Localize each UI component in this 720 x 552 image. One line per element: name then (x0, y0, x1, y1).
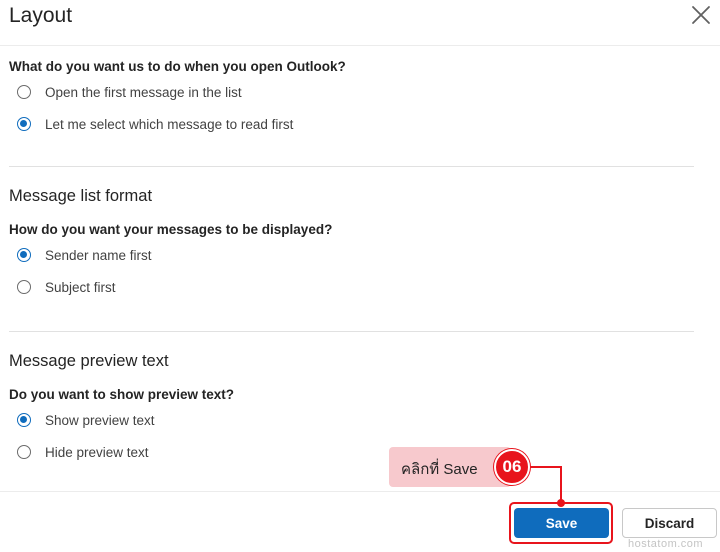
callout-text: คลิกที่ Save (401, 461, 478, 478)
annotation-connector-vertical (560, 466, 562, 502)
radio-label: Hide preview text (45, 444, 149, 460)
radio-label: Sender name first (45, 247, 152, 263)
preview-question: Do you want to show preview text? (9, 387, 235, 402)
radio-label: Open the first message in the list (45, 84, 242, 100)
close-icon (692, 6, 710, 24)
discard-button[interactable]: Discard (622, 508, 717, 538)
section-divider (9, 331, 694, 332)
annotation-connector-horizontal (530, 466, 562, 468)
radio-show-preview[interactable]: Show preview text (17, 410, 155, 430)
radio-circle[interactable] (17, 280, 31, 294)
footer-divider (0, 491, 720, 492)
preview-heading: Message preview text (9, 352, 169, 370)
message-list-heading: Message list format (9, 187, 153, 205)
close-button[interactable] (688, 2, 714, 28)
radio-open-first-message[interactable]: Open the first message in the list (17, 82, 242, 102)
radio-circle[interactable] (17, 85, 31, 99)
radio-circle[interactable] (17, 445, 31, 459)
message-list-question: How do you want your messages to be disp… (9, 222, 333, 237)
dialog-title: Layout (9, 4, 73, 27)
step-badge: 06 (494, 449, 530, 485)
radio-subject-first[interactable]: Subject first (17, 277, 116, 297)
radio-sender-name-first[interactable]: Sender name first (17, 245, 152, 265)
open-outlook-question: What do you want us to do when you open … (9, 59, 346, 74)
radio-circle-selected[interactable] (17, 413, 31, 427)
radio-circle-selected[interactable] (17, 248, 31, 262)
radio-label: Subject first (45, 279, 116, 295)
save-button[interactable]: Save (514, 508, 609, 538)
radio-circle-selected[interactable] (17, 117, 31, 131)
radio-select-message-first[interactable]: Let me select which message to read firs… (17, 114, 293, 134)
header-divider (0, 45, 720, 46)
section-divider (9, 166, 694, 167)
radio-label: Let me select which message to read firs… (45, 116, 294, 132)
watermark-text: hostatom.com (628, 538, 704, 550)
radio-label: Show preview text (45, 412, 155, 428)
radio-hide-preview[interactable]: Hide preview text (17, 442, 149, 462)
